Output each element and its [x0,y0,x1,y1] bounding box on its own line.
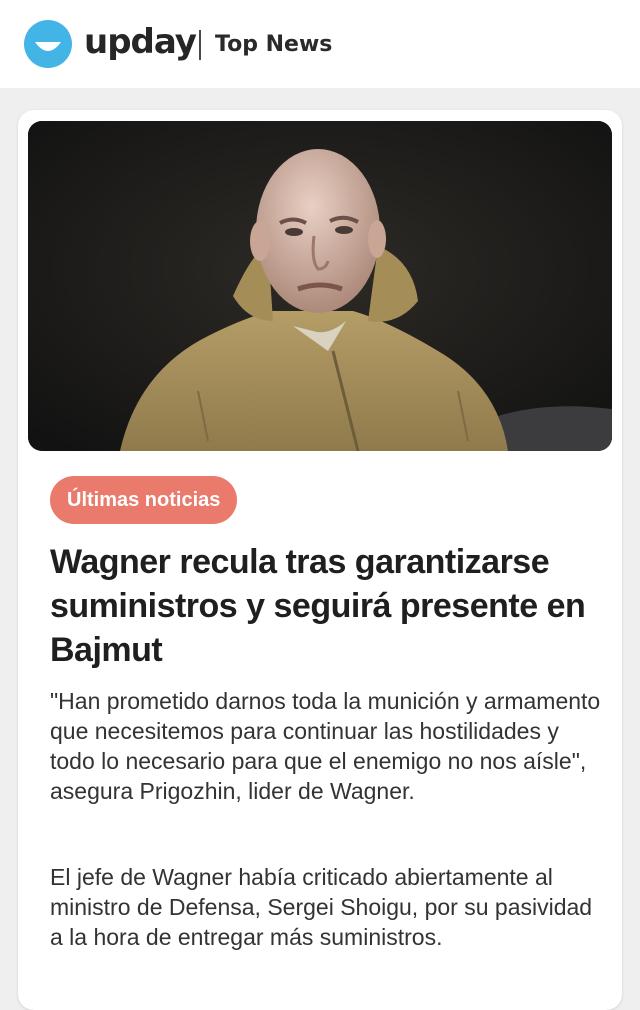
smiley-logo-icon[interactable] [24,20,72,68]
article-headline[interactable]: Wagner recula tras garantizarse suminist… [50,540,610,672]
article-paragraph: El jefe de Wagner había criticado abiert… [50,864,593,950]
article-paragraph: "Han prometido darnos toda la munición y… [50,688,601,804]
news-photo [28,121,612,451]
brand-name[interactable]: upday [84,20,197,64]
section-title: Top News [215,32,333,57]
header-divider [199,30,201,60]
category-tag[interactable]: Últimas noticias [50,476,238,524]
app-header: upday Top News [0,0,640,88]
article-image[interactable] [28,121,612,451]
